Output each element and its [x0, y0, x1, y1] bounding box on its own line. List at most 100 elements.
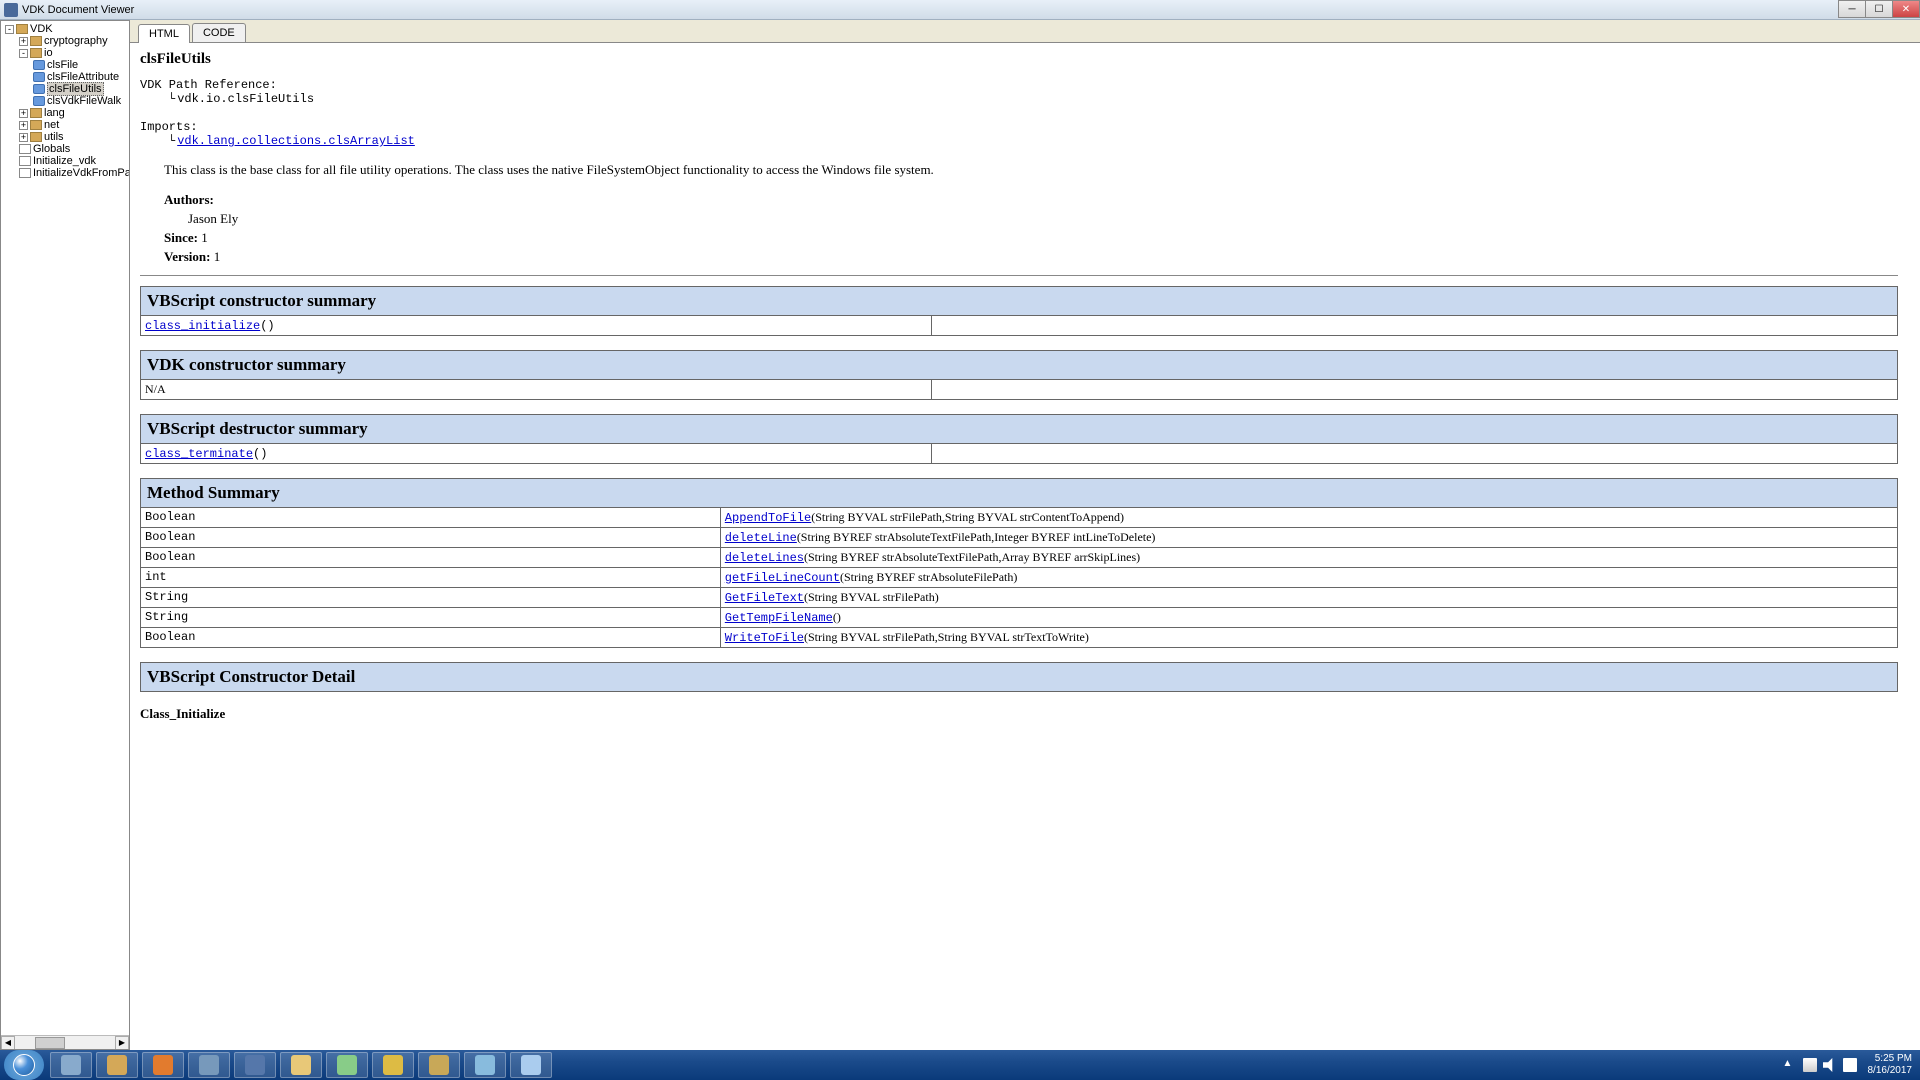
table-row: class_terminate()	[141, 444, 1898, 464]
tree-node-clsvdkfilewalk[interactable]: clsVdkFileWalk	[3, 95, 127, 107]
method-link[interactable]: GetTempFileName	[725, 611, 833, 625]
tree-node-clsfileutils[interactable]: clsFileUtils	[3, 83, 127, 95]
taskbar-item-tool[interactable]	[96, 1052, 138, 1078]
scroll-left-icon[interactable]: ◀	[1, 1036, 15, 1050]
scroll-right-icon[interactable]: ▶	[115, 1036, 129, 1050]
dtor-link[interactable]: class_terminate	[145, 447, 253, 461]
volume-icon[interactable]	[1823, 1058, 1837, 1072]
class-icon	[33, 72, 45, 82]
section-header: Method Summary	[141, 479, 1898, 508]
network-icon[interactable]	[1803, 1058, 1817, 1072]
method-link[interactable]: GetFileText	[725, 591, 804, 605]
method-sig: WriteToFile(String BYVAL strFilePath,Str…	[720, 628, 1897, 648]
ctor-params: ()	[260, 319, 274, 333]
tree-node-globals[interactable]: Globals	[3, 143, 127, 155]
clock[interactable]: 5:25 PM 8/16/2017	[1868, 1053, 1913, 1077]
tree-node-net[interactable]: +net	[3, 119, 127, 131]
window-title: VDK Document Viewer	[22, 4, 134, 16]
maximize-button[interactable]: ☐	[1865, 0, 1893, 18]
app9-icon	[429, 1055, 449, 1075]
tree-node-initvdk[interactable]: Initialize_vdk	[3, 155, 127, 167]
method-link[interactable]: deleteLine	[725, 531, 797, 545]
expand-icon[interactable]: +	[19, 37, 28, 46]
clock-time: 5:25 PM	[1868, 1053, 1913, 1065]
empty-cell	[931, 380, 1897, 400]
tab-code[interactable]: CODE	[192, 23, 246, 42]
vdk-ctor-table: VDK constructor summary N/A	[140, 350, 1898, 400]
taskbar-item-app4[interactable]	[188, 1052, 230, 1078]
expand-icon[interactable]: +	[19, 109, 28, 118]
taskbar-item-app8[interactable]	[372, 1052, 414, 1078]
expand-icon[interactable]: +	[19, 121, 28, 130]
ctor-link[interactable]: class_initialize	[145, 319, 260, 333]
tree-label-selected: clsFileUtils	[47, 82, 104, 96]
taskbar-item-paint[interactable]	[510, 1052, 552, 1078]
taskbar-item-firefox[interactable]	[142, 1052, 184, 1078]
taskbar-item-settings[interactable]	[464, 1052, 506, 1078]
class-icon	[33, 96, 45, 106]
tree-node-clsfile[interactable]: clsFile	[3, 59, 127, 71]
empty-cell	[931, 316, 1897, 336]
taskbar-item-cube[interactable]	[50, 1052, 92, 1078]
tree-node-cryptography[interactable]: +cryptography	[3, 35, 127, 47]
collapse-icon[interactable]: -	[19, 49, 28, 58]
class-icon	[33, 84, 45, 94]
method-sig: GetTempFileName()	[720, 608, 1897, 628]
close-button[interactable]: ✕	[1892, 0, 1920, 18]
doc-icon	[19, 144, 31, 154]
scroll-thumb[interactable]	[35, 1037, 65, 1049]
na-cell: N/A	[141, 380, 932, 400]
method-link[interactable]: WriteToFile	[725, 631, 804, 645]
tree-node-root[interactable]: - VDK	[3, 23, 127, 35]
table-row: BooleanWriteToFile(String BYVAL strFileP…	[141, 628, 1898, 648]
ctor-detail-name: Class_Initialize	[140, 706, 1898, 722]
content-pane: HTML CODE ▲ ▼ clsFileUtils VDK Path Refe…	[130, 20, 1920, 1050]
divider	[140, 275, 1898, 276]
method-sig: getFileLineCount(String BYREF strAbsolut…	[720, 568, 1897, 588]
method-link[interactable]: deleteLines	[725, 551, 804, 565]
version-value: 1	[214, 249, 221, 264]
minimize-button[interactable]: ─	[1838, 0, 1866, 18]
tree-label: io	[44, 47, 53, 59]
start-button[interactable]	[4, 1050, 44, 1080]
tray-up-icon[interactable]: ▲	[1783, 1058, 1797, 1072]
package-icon	[30, 132, 42, 142]
tree-node-io[interactable]: - io	[3, 47, 127, 59]
taskbar-item-app9[interactable]	[418, 1052, 460, 1078]
cube-icon	[61, 1055, 81, 1075]
tree-node-utils[interactable]: +utils	[3, 131, 127, 143]
section-header: VDK constructor summary	[141, 351, 1898, 380]
app8-icon	[383, 1055, 403, 1075]
table-row: BooleanAppendToFile(String BYVAL strFile…	[141, 508, 1898, 528]
flag-icon[interactable]	[1843, 1058, 1857, 1072]
vbox-icon	[245, 1055, 265, 1075]
taskbar-item-vbox[interactable]	[234, 1052, 276, 1078]
tree-node-initfrompath[interactable]: InitializeVdkFromPath	[3, 167, 127, 179]
tree-node-lang[interactable]: +lang	[3, 107, 127, 119]
tree-hscrollbar[interactable]: ◀ ▶	[1, 1035, 129, 1049]
method-sig: deleteLine(String BYREF strAbsoluteTextF…	[720, 528, 1897, 548]
method-link[interactable]: AppendToFile	[725, 511, 811, 525]
taskbar-item-explorer[interactable]	[280, 1052, 322, 1078]
tree-label: Initialize_vdk	[33, 155, 96, 167]
taskbar-item-app7[interactable]	[326, 1052, 368, 1078]
return-type: Boolean	[141, 528, 721, 548]
since-value: 1	[201, 230, 208, 245]
explorer-icon	[291, 1055, 311, 1075]
tab-html[interactable]: HTML	[138, 24, 190, 43]
return-type: String	[141, 608, 721, 628]
scroll-track[interactable]	[15, 1036, 115, 1050]
since-label: Since:	[164, 230, 198, 245]
tree-label: VDK	[30, 23, 53, 35]
expand-icon[interactable]: +	[19, 133, 28, 142]
method-link[interactable]: getFileLineCount	[725, 571, 840, 585]
vbscript-ctor-table: VBScript constructor summary class_initi…	[140, 286, 1898, 336]
collapse-icon[interactable]: -	[5, 25, 14, 34]
path-ref-value: vdk.io.clsFileUtils	[168, 92, 1898, 106]
import-link[interactable]: vdk.lang.collections.clsArrayList	[177, 134, 415, 148]
titlebar: VDK Document Viewer ─ ☐ ✕	[0, 0, 1920, 20]
imports-label: Imports:	[140, 120, 1898, 134]
table-row: BooleandeleteLines(String BYREF strAbsol…	[141, 548, 1898, 568]
section-header: VBScript destructor summary	[141, 415, 1898, 444]
paint-icon	[521, 1055, 541, 1075]
